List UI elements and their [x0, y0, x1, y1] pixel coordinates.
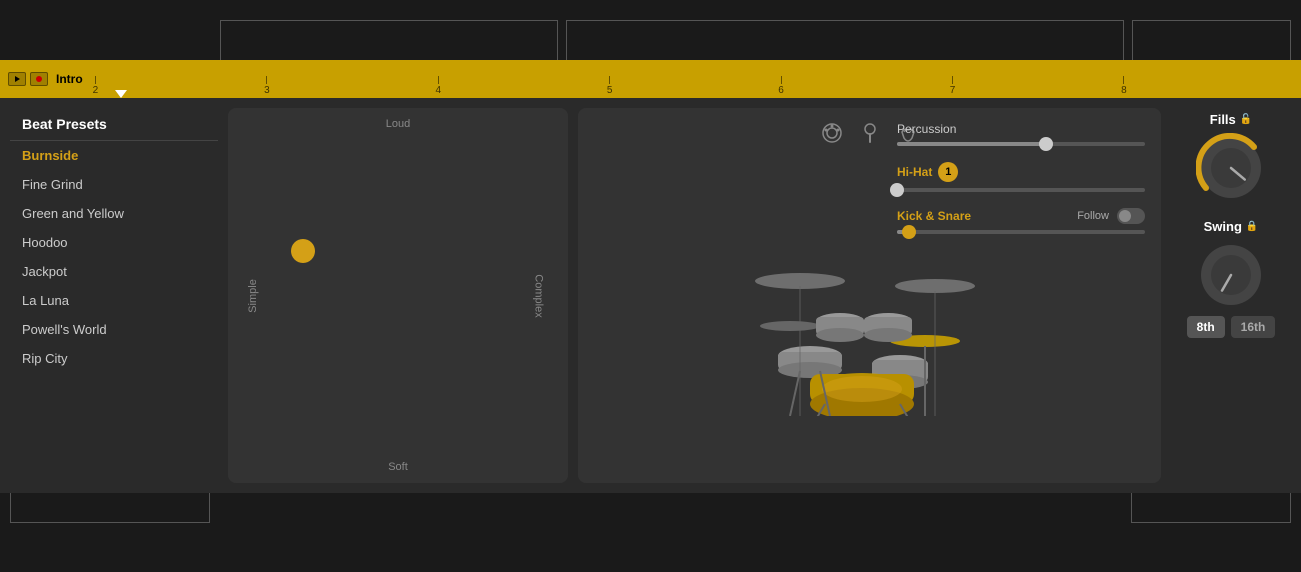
drum-area: Percussion Hi-Hat 1: [578, 108, 1161, 483]
sidebar-item-rip-city[interactable]: Rip City: [10, 344, 218, 373]
kick-snare-label: Kick & Snare: [897, 209, 971, 223]
kick-snare-control: Kick & Snare Follow: [897, 208, 1145, 234]
playhead[interactable]: [115, 90, 127, 98]
sidebar-item-green-and-yellow[interactable]: Green and Yellow: [10, 199, 218, 228]
percussion-control: Percussion: [897, 122, 1145, 146]
sidebar-item-jackpot[interactable]: Jackpot: [10, 257, 218, 286]
sidebar-item-la-luna[interactable]: La Luna: [10, 286, 218, 315]
bottom-resize-area: [0, 493, 1301, 562]
drum-controls: Percussion Hi-Hat 1: [881, 108, 1161, 483]
resize-handle-bottom-left[interactable]: [10, 493, 210, 523]
beat-pad[interactable]: Loud Soft Simple Complex: [228, 108, 568, 483]
timeline-section-label: Intro: [56, 72, 83, 86]
maraca-icon[interactable]: [859, 122, 881, 150]
timeline-ruler: 2 3 4 5 6 7 8: [93, 60, 1293, 98]
percussion-label: Percussion: [897, 122, 1145, 136]
timeline-controls: [8, 72, 48, 86]
fills-knob[interactable]: [1196, 133, 1266, 203]
swing-16th-button[interactable]: 16th: [1231, 316, 1276, 338]
ruler-marker-4: 4: [435, 76, 441, 96]
resize-handle-bottom-right[interactable]: [1131, 493, 1291, 523]
sidebar-item-hoodoo[interactable]: Hoodoo: [10, 228, 218, 257]
record-button[interactable]: [30, 72, 48, 86]
label-complex: Complex: [532, 274, 544, 317]
ruler-marker-7: 7: [950, 76, 956, 96]
sidebar: Beat Presets Burnside Fine Grind Green a…: [10, 108, 218, 483]
label-soft: Soft: [388, 461, 408, 473]
ruler-marker-3: 3: [264, 76, 270, 96]
ruler-marker-5: 5: [607, 76, 613, 96]
sidebar-item-fine-grind[interactable]: Fine Grind: [10, 170, 218, 199]
follow-toggle[interactable]: [1117, 208, 1145, 224]
sidebar-header: Beat Presets: [10, 108, 218, 141]
swing-knob[interactable]: [1196, 240, 1266, 310]
sidebar-item-powells-world[interactable]: Powell's World: [10, 315, 218, 344]
percussion-slider[interactable]: [897, 142, 1145, 146]
play-button[interactable]: [8, 72, 26, 86]
hihat-slider[interactable]: [897, 188, 1145, 192]
tambourine-icon[interactable]: [821, 122, 843, 150]
fills-lock-icon[interactable]: 🔓: [1240, 114, 1252, 125]
label-loud: Loud: [386, 118, 410, 130]
swing-lock-icon[interactable]: 🔒: [1246, 221, 1258, 232]
swing-label: Swing 🔒: [1204, 219, 1259, 234]
hihat-badge: 1: [938, 162, 958, 182]
sidebar-item-burnside[interactable]: Burnside: [10, 141, 218, 170]
beat-position-dot[interactable]: [291, 239, 315, 263]
kick-snare-slider[interactable]: [897, 230, 1145, 234]
swing-buttons: 8th 16th: [1187, 316, 1276, 338]
label-simple: Simple: [247, 279, 259, 313]
hihat-label: Hi-Hat: [897, 165, 932, 179]
timeline: Intro 2 3 4 5 6 7 8: [0, 60, 1301, 98]
ruler-marker-6: 6: [778, 76, 784, 96]
ruler-marker-2: 2: [93, 76, 99, 96]
right-panel: Fills 🔓 Swi: [1171, 108, 1291, 483]
top-resize-area: [0, 0, 1301, 60]
fills-section: Fills 🔓: [1171, 112, 1291, 203]
resize-handle-center[interactable]: [566, 20, 1123, 60]
ruler-marker-8: 8: [1121, 76, 1127, 96]
swing-8th-button[interactable]: 8th: [1187, 316, 1225, 338]
swing-section: Swing 🔒 8th 16th: [1171, 219, 1291, 338]
main-content: Beat Presets Burnside Fine Grind Green a…: [0, 98, 1301, 493]
resize-handle-right[interactable]: [1132, 20, 1291, 60]
follow-label: Follow: [1077, 210, 1109, 222]
hihat-control: Hi-Hat 1: [897, 162, 1145, 192]
fills-label: Fills 🔓: [1210, 112, 1252, 127]
resize-handle-left[interactable]: [220, 20, 558, 60]
